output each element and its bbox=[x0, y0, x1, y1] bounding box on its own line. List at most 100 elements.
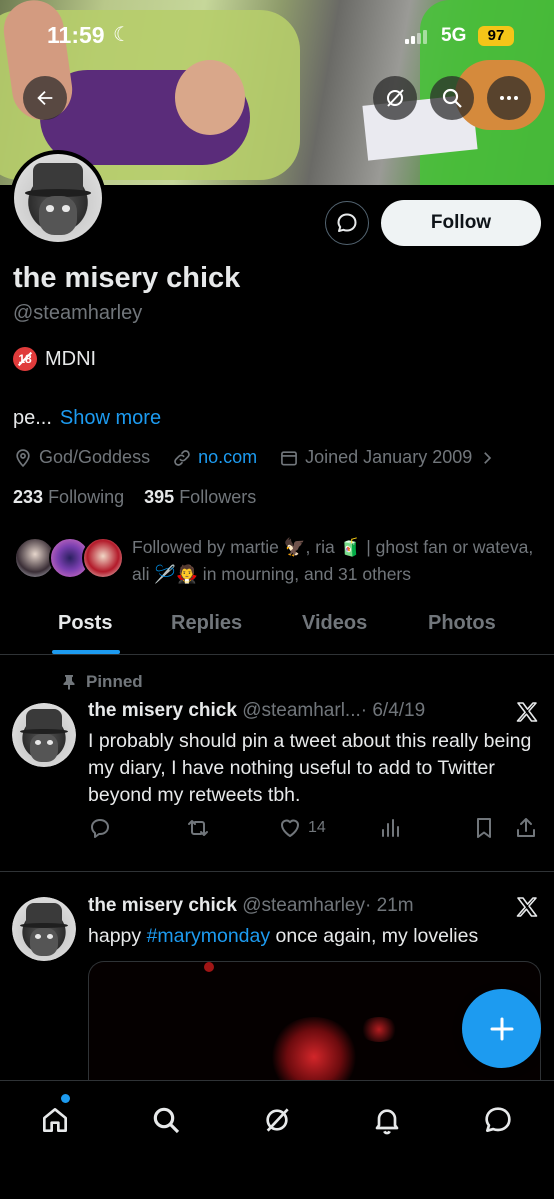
post-header: the misery chick @steamharl...· 6/4/19 bbox=[88, 700, 425, 722]
profile-avatar[interactable] bbox=[10, 150, 106, 246]
arrow-left-icon bbox=[37, 90, 53, 106]
more-options-button[interactable] bbox=[487, 76, 531, 120]
post-author-name[interactable]: the misery chick bbox=[88, 700, 237, 721]
post-text: I probably should pin a tweet about this… bbox=[88, 730, 532, 806]
repost-button[interactable] bbox=[186, 816, 210, 840]
hashtag-link[interactable]: #marymonday bbox=[147, 925, 271, 947]
pinned-label: Pinned bbox=[62, 672, 143, 692]
post-avatar[interactable] bbox=[12, 703, 76, 767]
grok-icon bbox=[387, 89, 404, 107]
reply-icon bbox=[91, 819, 109, 838]
nav-home[interactable] bbox=[38, 1103, 72, 1137]
following-count: 233 bbox=[13, 487, 44, 507]
more-dots-icon bbox=[500, 96, 518, 100]
post-avatar[interactable] bbox=[12, 897, 76, 961]
location-icon bbox=[16, 448, 30, 467]
profile-name: the misery chick bbox=[13, 262, 241, 294]
followers-label: Followers bbox=[179, 487, 257, 507]
bio-line-2: pe... Show more bbox=[13, 407, 161, 430]
profile-website-link[interactable]: no.com bbox=[198, 447, 257, 468]
grok-button[interactable] bbox=[373, 76, 417, 120]
like-button[interactable]: 14 bbox=[278, 816, 326, 840]
battery-indicator: 97 bbox=[478, 26, 514, 46]
link-icon bbox=[174, 449, 190, 466]
profile-location: God/Goddess bbox=[39, 447, 151, 467]
avatar-image bbox=[14, 154, 102, 242]
active-tab-indicator bbox=[52, 650, 120, 654]
status-bar: 11:59 ☾ 5G 97 bbox=[0, 0, 554, 70]
message-icon bbox=[485, 1107, 511, 1132]
message-button[interactable] bbox=[325, 201, 369, 245]
share-icon bbox=[517, 818, 535, 837]
pinned-text: Pinned bbox=[86, 672, 143, 691]
profile-handle: @steamharley bbox=[13, 302, 143, 324]
home-icon bbox=[43, 1108, 67, 1132]
signal-icon bbox=[405, 30, 427, 44]
nav-search[interactable] bbox=[149, 1103, 183, 1137]
followed-by-section[interactable]: Followed by martie 🦅, ria 🧃 | ghost fan … bbox=[14, 534, 544, 594]
tab-posts[interactable]: Posts bbox=[58, 612, 112, 635]
show-more-link[interactable]: Show more bbox=[60, 407, 161, 429]
compose-button[interactable] bbox=[462, 989, 541, 1068]
followers-count: 395 bbox=[144, 487, 175, 507]
chevron-right-icon[interactable] bbox=[478, 449, 496, 467]
post-text: happy #marymonday once again, my lovelie… bbox=[88, 923, 538, 950]
post-header: the misery chick @steamharley· 21m bbox=[88, 895, 414, 917]
nav-grok[interactable] bbox=[260, 1103, 294, 1137]
post-divider bbox=[0, 871, 554, 872]
message-icon bbox=[337, 213, 357, 232]
following-label: Following bbox=[48, 487, 125, 507]
like-count: 14 bbox=[308, 819, 326, 836]
reply-button[interactable] bbox=[88, 816, 112, 840]
post-text-before: happy bbox=[88, 925, 147, 947]
bookmark-button[interactable] bbox=[472, 816, 496, 840]
x-logo-icon bbox=[516, 897, 538, 917]
post-author-handle[interactable]: @steamharl... bbox=[242, 700, 361, 721]
heart-icon bbox=[281, 819, 299, 837]
repost-icon bbox=[188, 820, 208, 836]
share-button[interactable] bbox=[514, 816, 538, 840]
plus-icon bbox=[490, 1017, 513, 1040]
status-time: 11:59 bbox=[47, 22, 105, 48]
post-time: · 6/4/19 bbox=[360, 700, 426, 721]
bio-text-1: MDNI bbox=[45, 347, 97, 370]
post-author-handle[interactable]: @steamharley bbox=[242, 895, 365, 916]
tab-videos[interactable]: Videos bbox=[302, 612, 367, 635]
follow-button[interactable]: Follow bbox=[381, 200, 541, 246]
bookmark-icon bbox=[477, 818, 491, 838]
bottom-navigation bbox=[0, 1080, 554, 1199]
follow-counts: 233 Following 395 Followers bbox=[13, 487, 256, 508]
notification-dot bbox=[61, 1094, 70, 1103]
x-logo-icon bbox=[516, 702, 538, 722]
bell-icon bbox=[375, 1109, 399, 1135]
tab-replies[interactable]: Replies bbox=[171, 612, 242, 635]
avatar bbox=[82, 537, 124, 579]
nav-messages[interactable] bbox=[481, 1103, 515, 1137]
bio-line-1: 18 MDNI bbox=[13, 347, 96, 371]
search-button[interactable] bbox=[430, 76, 474, 120]
search-icon bbox=[153, 1107, 180, 1134]
network-type: 5G bbox=[441, 25, 467, 46]
nav-notifications[interactable] bbox=[370, 1103, 404, 1137]
search-icon bbox=[442, 88, 462, 108]
back-button[interactable] bbox=[23, 76, 67, 120]
pin-icon bbox=[63, 675, 75, 690]
views-button[interactable] bbox=[378, 816, 402, 840]
post-time: · 21m bbox=[364, 895, 414, 916]
followed-by-avatars bbox=[14, 537, 126, 581]
followed-by-text: Followed by martie 🦅, ria 🧃 | ghost fan … bbox=[132, 537, 534, 584]
post-actions: 14 bbox=[88, 816, 543, 846]
banner-head bbox=[175, 60, 245, 135]
tab-photos[interactable]: Photos bbox=[428, 612, 496, 635]
no-minors-icon: 18 bbox=[13, 347, 37, 371]
followers-stat[interactable]: 395 Followers bbox=[144, 487, 256, 507]
post-author-name[interactable]: the misery chick bbox=[88, 895, 237, 916]
profile-meta: God/Goddess no.com Joined January 2009 bbox=[13, 447, 496, 468]
profile-tabs: Posts Replies Videos Photos bbox=[0, 600, 554, 655]
profile-joined: Joined January 2009 bbox=[305, 447, 473, 467]
post-text-after: once again, my lovelies bbox=[270, 925, 479, 947]
bio-text-2: pe... bbox=[13, 407, 52, 429]
views-icon bbox=[382, 819, 399, 837]
calendar-icon bbox=[281, 450, 298, 465]
following-stat[interactable]: 233 Following bbox=[13, 487, 124, 507]
